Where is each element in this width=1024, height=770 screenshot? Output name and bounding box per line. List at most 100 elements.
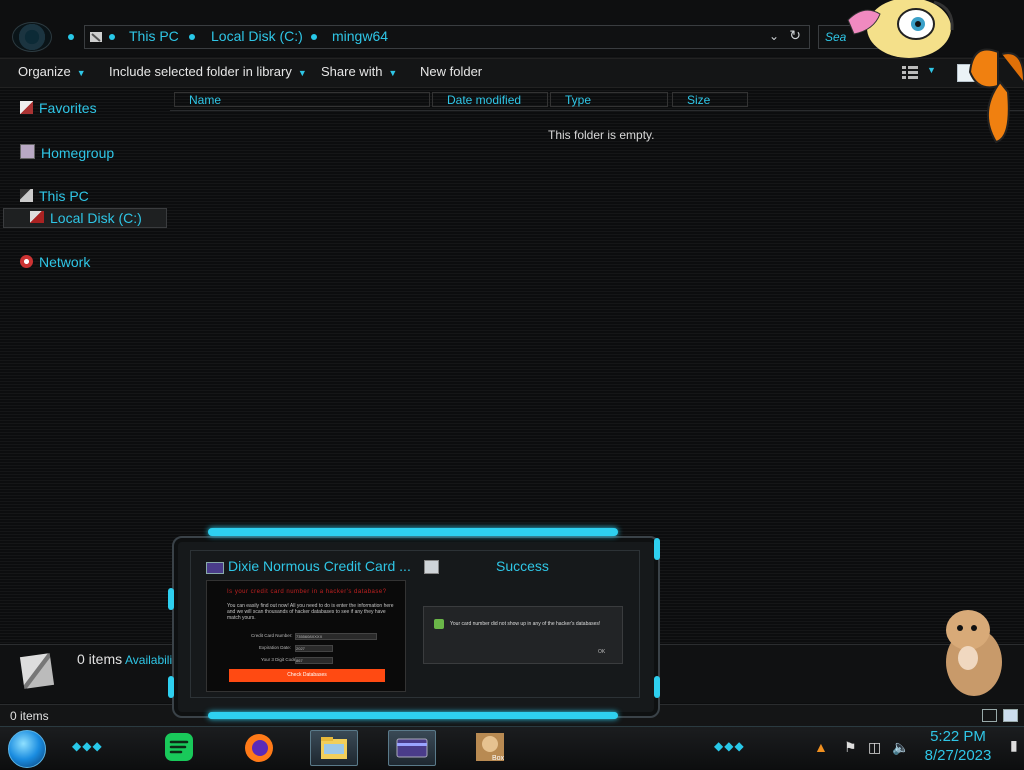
new-folder-button[interactable]: New folder <box>420 64 482 79</box>
crumb-mingw64[interactable]: mingw64 <box>332 28 388 44</box>
details-view-icon[interactable] <box>982 709 997 722</box>
nav-network[interactable]: Network <box>20 254 90 270</box>
column-header-name[interactable]: Name <box>174 92 430 107</box>
hamster-box-icon: Box <box>476 733 505 762</box>
column-header-type[interactable]: Type <box>550 92 668 107</box>
folder-thumbnail-icon <box>19 653 55 689</box>
view-options-chevron-icon[interactable]: ▼ <box>927 65 936 75</box>
firefox-icon <box>245 734 273 762</box>
chevron-down-icon: ▼ <box>297 68 307 78</box>
taskbar-file-explorer[interactable] <box>310 730 358 766</box>
thumb1-card-label: Credit Card Number: <box>251 633 293 638</box>
volume-icon[interactable]: 🔈 <box>892 739 909 756</box>
action-center-flag-icon[interactable]: ⚑ <box>844 739 857 756</box>
switcher-thumbnail-credit-card[interactable]: Is your credit card number in a hacker's… <box>206 580 406 692</box>
address-bar[interactable]: This PC Local Disk (C:) mingw64 ⌄ ↻ <box>84 25 810 49</box>
dialog-icon <box>424 560 439 574</box>
chevron-decoration-icon: ◆◆◆ <box>72 739 103 753</box>
crumb-separator <box>189 34 195 40</box>
drive-icon <box>90 32 102 42</box>
show-desktop-button[interactable]: ▮ <box>1010 737 1018 754</box>
column-headers: Name Date modified Type Size <box>170 88 1024 111</box>
taskbar-spotify[interactable] <box>156 730 202 764</box>
switcher-glow-left <box>168 676 174 698</box>
thumb2-ok: OK <box>598 649 606 655</box>
back-forward-orb[interactable] <box>12 22 52 52</box>
cartoon-character-decoration <box>847 0 954 58</box>
nav-homegroup-label: Homegroup <box>41 145 115 161</box>
crumb-local-disk[interactable]: Local Disk (C:) <box>211 28 303 44</box>
organize-button[interactable]: Organize ▼ <box>18 64 86 79</box>
recent-locations-dot[interactable] <box>68 34 74 40</box>
nav-this-pc[interactable]: This PC <box>20 188 89 204</box>
thumb1-cvv-field: 867 <box>295 657 333 664</box>
column-header-date-modified[interactable]: Date modified <box>432 92 548 107</box>
thumb1-exp-field: 2027 <box>295 645 333 652</box>
butterfly-decoration <box>968 48 1024 144</box>
empty-folder-message: This folder is empty. <box>548 128 655 142</box>
thumb1-heading: Is your credit card number in a hacker's… <box>227 589 387 595</box>
chevron-decoration-icon: ◆◆◆ <box>714 739 745 753</box>
taskbar-hamster-box[interactable]: Box <box>466 730 512 764</box>
switcher-glow-right <box>654 538 660 560</box>
spotify-icon <box>165 733 193 761</box>
organize-label: Organize <box>18 64 71 79</box>
thumb1-text: You can easily find out now! All you nee… <box>227 603 394 621</box>
clock-date[interactable]: 8/27/2023 <box>916 747 1000 764</box>
nav-homegroup[interactable]: Homegroup <box>20 144 114 161</box>
nav-local-disk-selected[interactable]: Local Disk (C:) <box>3 208 167 228</box>
star-icon <box>20 101 33 114</box>
tray-app-icon[interactable]: ▲ <box>814 739 828 755</box>
window-switcher: Dixie Normous Credit Card ... Success Is… <box>168 528 660 720</box>
taskbar-firefox[interactable] <box>236 730 282 764</box>
crumb-separator <box>311 34 317 40</box>
credit-card-icon <box>206 562 224 574</box>
taskbar: ◆◆◆ Box ◆◆◆ ▲ ⚑ ◫ 🔈 5:22 PM 8/27/2023 ▮ <box>0 726 1024 769</box>
switcher-window1-title[interactable]: Dixie Normous Credit Card ... <box>228 558 411 574</box>
computer-icon <box>20 189 33 202</box>
folder-icon <box>321 737 347 759</box>
nav-local-disk-label: Local Disk (C:) <box>50 210 142 226</box>
network-icon <box>20 255 33 268</box>
nav-network-label: Network <box>39 254 91 270</box>
homegroup-icon <box>20 144 35 159</box>
thumb1-cvv-label: Your 3 Digit Code: <box>261 657 298 662</box>
hamster-decoration <box>946 610 1002 696</box>
switcher-thumbnail-success[interactable]: Your card number did not show up in any … <box>423 606 623 664</box>
thumb2-message: Your card number did not show up in any … <box>450 621 601 627</box>
clock-time[interactable]: 5:22 PM <box>920 728 996 745</box>
large-icons-view-icon[interactable] <box>1003 709 1018 722</box>
nav-favorites[interactable]: Favorites <box>20 100 97 116</box>
column-header-size[interactable]: Size <box>672 92 748 107</box>
switcher-glow-right <box>654 676 660 698</box>
address-history-dropdown-icon[interactable]: ⌄ <box>769 29 779 43</box>
change-view-icon[interactable] <box>902 65 918 79</box>
navigation-pane: Favorites Homegroup This PC Local Disk (… <box>0 88 168 642</box>
switcher-glow-bottom <box>208 712 618 719</box>
switcher-glow-top <box>208 528 618 536</box>
network-tray-icon[interactable]: ◫ <box>868 739 881 756</box>
info-icon <box>434 619 444 629</box>
thumb1-check-button: Check Databases <box>229 669 385 682</box>
chevron-down-icon: ▼ <box>388 68 398 78</box>
address-bar-area: This PC Local Disk (C:) mingw64 ⌄ ↻ Sea <box>0 0 1024 58</box>
command-bar: Organize ▼ Include selected folder in lib… <box>0 58 1024 88</box>
details-item-count: 0 items <box>77 651 123 667</box>
credit-card-icon <box>396 738 428 758</box>
drive-icon <box>30 211 44 223</box>
thumb1-card-field: 7355608XXXX <box>295 633 377 640</box>
nav-favorites-label: Favorites <box>39 100 97 116</box>
start-button[interactable] <box>8 730 46 768</box>
include-in-library-button[interactable]: Include selected folder in library ▼ <box>109 64 307 79</box>
taskbar-credit-card-app[interactable] <box>388 730 436 766</box>
include-library-label: Include selected folder in library <box>109 64 292 79</box>
crumb-this-pc[interactable]: This PC <box>129 28 179 44</box>
switcher-window2-title[interactable]: Success <box>496 558 549 574</box>
chevron-down-icon: ▼ <box>76 68 86 78</box>
nav-this-pc-label: This PC <box>39 188 89 204</box>
share-with-button[interactable]: Share with ▼ <box>321 64 397 79</box>
switcher-glow-left <box>168 588 174 610</box>
crumb-separator <box>109 34 115 40</box>
refresh-icon[interactable]: ↻ <box>789 27 801 44</box>
status-item-count: 0 items <box>10 709 49 723</box>
